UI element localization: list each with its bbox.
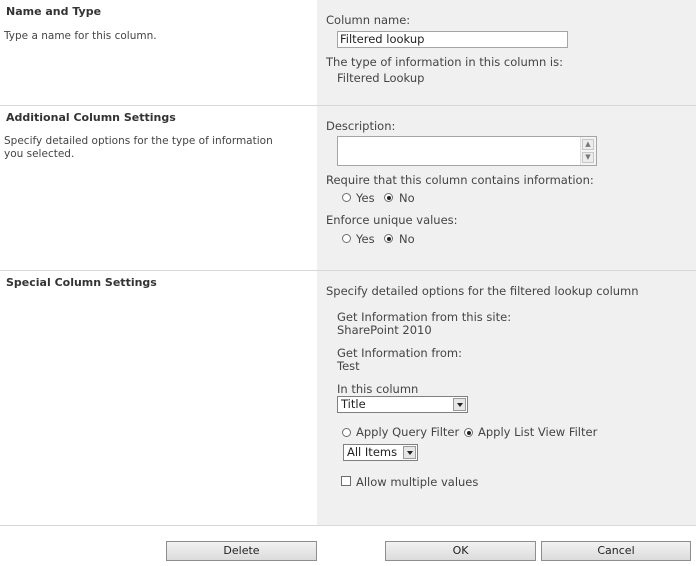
require-yes-radio[interactable]: [342, 193, 351, 202]
allow-multiple-label: Allow multiple values: [356, 475, 479, 489]
column-select-value: Title: [341, 397, 366, 411]
chevron-down-icon[interactable]: [403, 446, 416, 459]
name-and-type-title: Name and Type: [6, 5, 102, 18]
column-select[interactable]: Title: [337, 396, 468, 413]
scroll-up-icon[interactable]: ▲: [582, 139, 594, 150]
list-view-filter-label: Apply List View Filter: [478, 425, 598, 439]
section-divider: [0, 525, 696, 526]
description-scrollbar[interactable]: ▲ ▼: [580, 137, 596, 165]
additional-settings-section: Additional Column Settings Specify detai…: [0, 106, 696, 270]
unique-no-radio[interactable]: [384, 234, 393, 243]
view-select[interactable]: All Items: [343, 444, 418, 461]
require-yes-label: Yes: [356, 191, 375, 205]
require-no-radio[interactable]: [384, 193, 393, 202]
list-view-filter-radio[interactable]: [464, 428, 473, 437]
special-intro-text: Specify detailed options for the filtere…: [326, 284, 639, 298]
require-label: Require that this column contains inform…: [326, 173, 594, 187]
unique-yes-radio[interactable]: [342, 234, 351, 243]
type-info-value: Filtered Lookup: [337, 71, 425, 85]
chevron-down-icon[interactable]: [453, 398, 466, 411]
require-no-label: No: [399, 191, 415, 205]
cancel-button[interactable]: Cancel: [541, 541, 691, 561]
special-settings-section: Special Column Settings Specify detailed…: [0, 271, 696, 525]
list-label: Get Information from:: [337, 346, 463, 360]
special-settings-fields: Specify detailed options for the filtere…: [317, 271, 696, 525]
name-and-type-description: Type a name for this column.: [4, 30, 157, 42]
special-settings-info: Special Column Settings: [0, 271, 317, 525]
unique-label: Enforce unique values:: [326, 213, 458, 227]
column-name-input[interactable]: Filtered lookup: [337, 31, 568, 48]
unique-no-label: No: [399, 232, 415, 246]
scroll-down-icon[interactable]: ▼: [582, 152, 594, 163]
column-label: In this column: [337, 382, 419, 396]
type-info-label: The type of information in this column i…: [326, 55, 563, 69]
allow-multiple-checkbox[interactable]: [341, 476, 351, 486]
list-value: Test: [337, 359, 360, 373]
column-name-label: Column name:: [326, 13, 411, 27]
additional-settings-title: Additional Column Settings: [6, 111, 176, 124]
additional-settings-fields: Description: ▲ ▼ Require that this colum…: [317, 106, 696, 270]
name-and-type-fields: Column name: Filtered lookup The type of…: [317, 0, 696, 105]
unique-yes-label: Yes: [356, 232, 375, 246]
ok-button[interactable]: OK: [385, 541, 536, 561]
name-and-type-info: Name and Type Type a name for this colum…: [0, 0, 317, 105]
query-filter-label: Apply Query Filter: [356, 425, 460, 439]
special-settings-title: Special Column Settings: [6, 276, 157, 289]
site-label: Get Information from this site:: [337, 310, 512, 324]
description-label: Description:: [326, 119, 396, 133]
additional-settings-description: Specify detailed options for the type of…: [4, 135, 273, 160]
description-textarea[interactable]: ▲ ▼: [337, 136, 597, 166]
name-and-type-section: Name and Type Type a name for this colum…: [0, 0, 696, 105]
query-filter-radio[interactable]: [342, 428, 351, 437]
site-value: SharePoint 2010: [337, 323, 432, 337]
delete-button[interactable]: Delete: [166, 541, 317, 561]
view-select-value: All Items: [347, 445, 398, 459]
additional-settings-info: Additional Column Settings Specify detai…: [0, 106, 317, 270]
